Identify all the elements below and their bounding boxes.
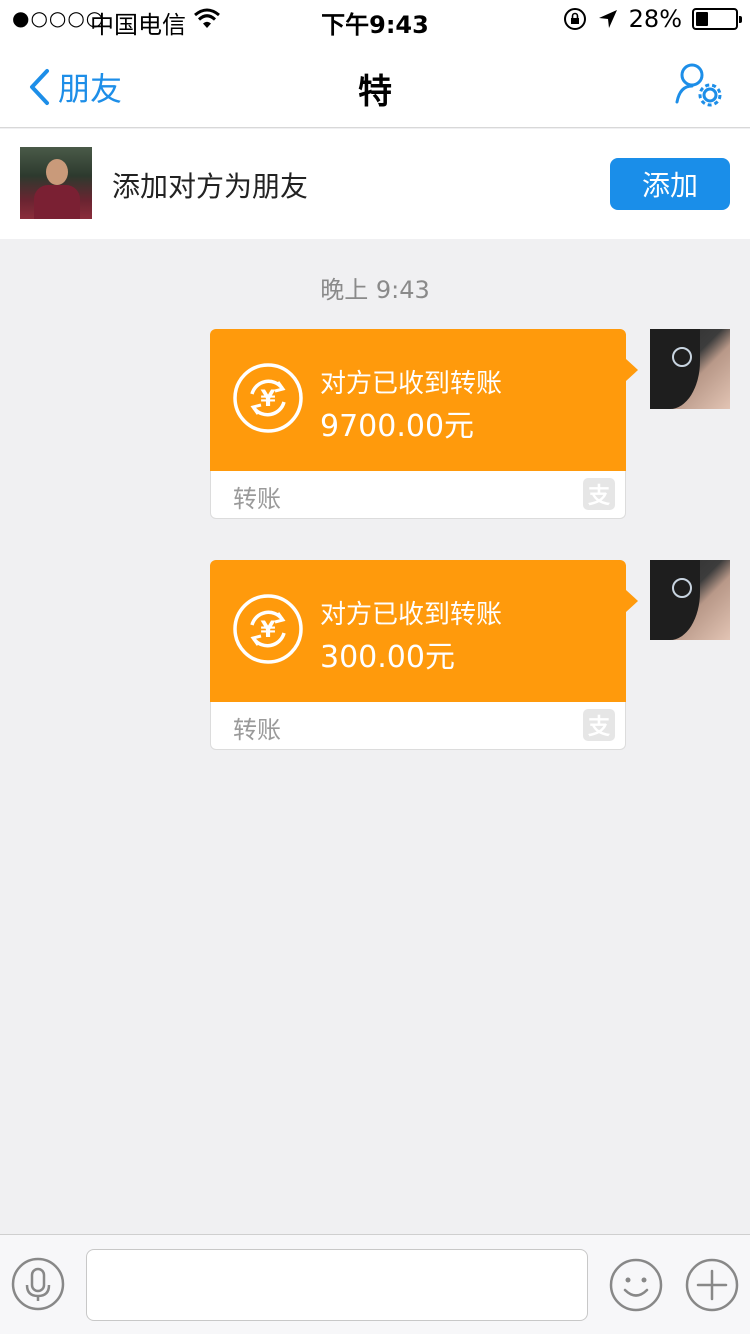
transfer-card-footer: 转账 支	[210, 471, 626, 519]
chat-timestamp: 晚上 9:43	[320, 276, 430, 304]
rotation-lock-icon	[563, 8, 586, 30]
svg-text:¥: ¥	[260, 387, 276, 412]
yuan-transfer-icon: ¥	[233, 594, 303, 664]
battery-icon	[692, 8, 742, 30]
my-avatar[interactable]	[650, 329, 730, 409]
transfer-message-card[interactable]: ¥ 对方已收到转账 9700.00元 转账 支	[210, 329, 638, 519]
contact-avatar[interactable]	[20, 147, 92, 219]
user-settings-icon[interactable]	[674, 62, 722, 108]
transfer-card-footer: 转账 支	[210, 702, 626, 750]
transfer-card-top: ¥ 对方已收到转账 9700.00元	[210, 329, 638, 471]
message-input[interactable]	[86, 1249, 588, 1321]
battery-percent: 28%	[628, 5, 682, 33]
avatar-hair	[650, 560, 700, 640]
microphone-icon[interactable]	[11, 1257, 65, 1311]
page-title: 特	[358, 72, 392, 112]
smiley-icon[interactable]	[608, 1257, 664, 1313]
transfer-label: 转账	[233, 716, 281, 744]
add-friend-button[interactable]: 添加	[610, 158, 730, 210]
transfer-status: 对方已收到转账	[320, 369, 503, 399]
avatar-body	[34, 185, 80, 219]
transfer-amount: 9700.00元	[320, 409, 475, 444]
transfer-message-card[interactable]: ¥ 对方已收到转账 300.00元 转账 支	[210, 560, 638, 750]
add-friend-bar: 添加对方为朋友 添加	[0, 129, 750, 239]
battery-fill	[696, 12, 708, 26]
avatar-hair	[650, 329, 700, 409]
transfer-amount: 300.00元	[320, 640, 455, 675]
status-right: 28%	[563, 5, 742, 33]
avatar-hairclip	[672, 578, 692, 598]
yuan-transfer-icon: ¥	[233, 363, 303, 433]
avatar-face	[46, 159, 68, 185]
input-bar	[0, 1234, 750, 1334]
avatar-hairclip	[672, 347, 692, 367]
location-arrow-icon	[598, 10, 617, 28]
my-avatar[interactable]	[650, 560, 730, 640]
transfer-status: 对方已收到转账	[320, 600, 503, 630]
transfer-card-top: ¥ 对方已收到转账 300.00元	[210, 560, 638, 702]
plus-circle-icon[interactable]	[684, 1257, 740, 1313]
alipay-icon: 支	[583, 709, 615, 741]
nav-bar: 朋友 特	[0, 40, 750, 128]
transfer-label: 转账	[233, 485, 281, 513]
alipay-icon: 支	[583, 478, 615, 510]
status-bar: ●○○○○ 中国电信 下午9:43 28%	[0, 0, 750, 40]
add-friend-prompt: 添加对方为朋友	[112, 170, 309, 203]
svg-text:¥: ¥	[260, 618, 276, 643]
